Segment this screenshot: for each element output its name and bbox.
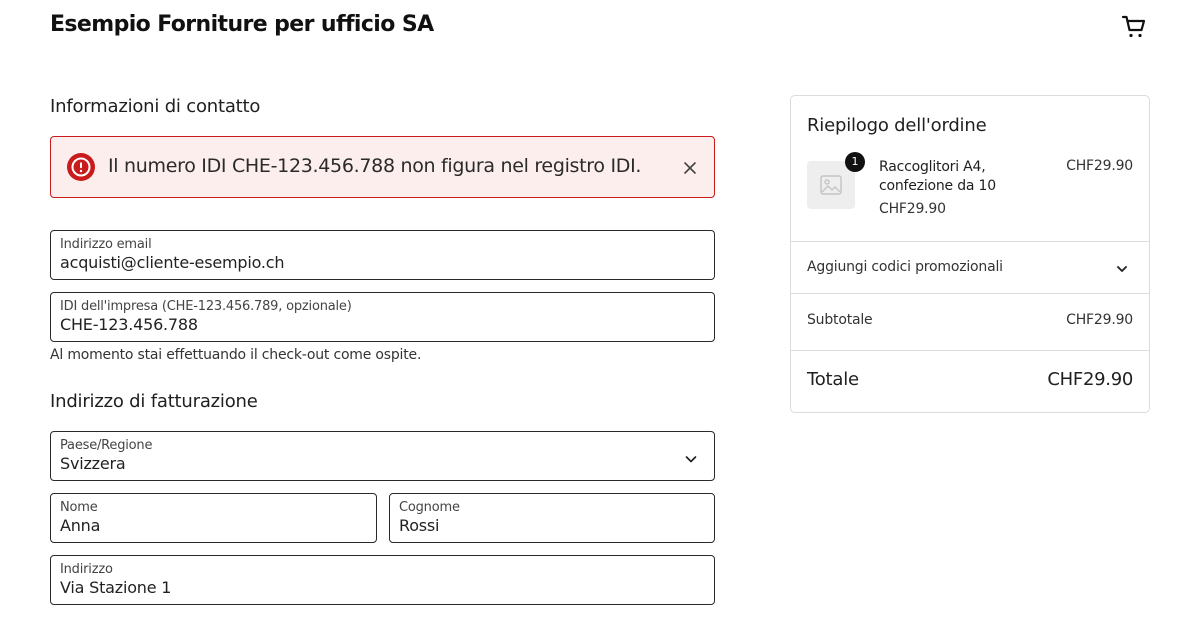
last-name-label: Cognome <box>399 500 460 515</box>
total-value: CHF29.90 <box>1047 369 1133 390</box>
contact-section-title: Informazioni di contatto <box>50 96 261 117</box>
first-name-field[interactable]: Nome <box>50 493 377 543</box>
quantity-badge: 1 <box>845 152 865 172</box>
country-select-value: Svizzera <box>60 454 126 473</box>
error-message: Il numero IDI CHE-123.456.788 non figura… <box>108 155 642 177</box>
first-name-label: Nome <box>60 500 98 515</box>
promo-codes-toggle[interactable]: Aggiungi codici promozionali <box>791 242 1149 294</box>
billing-section-title: Indirizzo di fatturazione <box>50 391 258 412</box>
uid-field-label: IDI dell'impresa (CHE-123.456.789, opzio… <box>60 299 352 314</box>
chevron-down-icon <box>1115 261 1129 275</box>
email-field[interactable]: Indirizzo email <box>50 230 715 280</box>
address-input[interactable] <box>60 578 674 597</box>
address-label: Indirizzo <box>60 562 113 577</box>
order-summary: Riepilogo dell'ordine 1 Raccoglitori A4,… <box>790 95 1150 413</box>
first-name-input[interactable] <box>60 516 336 535</box>
image-placeholder-icon <box>820 175 842 195</box>
subtotal-value: CHF29.90 <box>1066 312 1133 328</box>
alert-circle-icon <box>67 153 95 181</box>
last-name-input[interactable] <box>399 516 674 535</box>
email-field-label: Indirizzo email <box>60 237 152 252</box>
store-name[interactable]: Esempio Forniture per ufficio SA <box>50 12 434 37</box>
close-icon[interactable] <box>683 160 697 174</box>
last-name-field[interactable]: Cognome <box>389 493 715 543</box>
uid-input[interactable] <box>60 315 674 334</box>
address-field[interactable]: Indirizzo <box>50 555 715 605</box>
summary-divider <box>791 350 1149 351</box>
error-banner: Il numero IDI CHE-123.456.788 non figura… <box>50 136 715 198</box>
email-input[interactable] <box>60 253 674 272</box>
item-name: Raccoglitori A4, confezione da 10 <box>879 159 996 194</box>
country-select[interactable]: Paese/Regione Svizzera <box>50 431 715 481</box>
item-unit-price: CHF29.90 <box>879 201 946 217</box>
item-line-price: CHF29.90 <box>1066 158 1133 174</box>
uid-field[interactable]: IDI dell'impresa (CHE-123.456.789, opzio… <box>50 292 715 342</box>
chevron-down-icon <box>684 451 698 465</box>
subtotal-label: Subtotale <box>807 312 873 328</box>
summary-divider <box>791 293 1149 294</box>
order-summary-title: Riepilogo dell'ordine <box>807 115 987 136</box>
promo-codes-label: Aggiungi codici promozionali <box>807 259 1003 275</box>
guest-checkout-note: Al momento stai effettuando il check-out… <box>50 347 422 363</box>
country-select-label: Paese/Regione <box>60 438 153 453</box>
cart-icon[interactable] <box>1121 14 1147 40</box>
total-label: Totale <box>807 369 859 390</box>
